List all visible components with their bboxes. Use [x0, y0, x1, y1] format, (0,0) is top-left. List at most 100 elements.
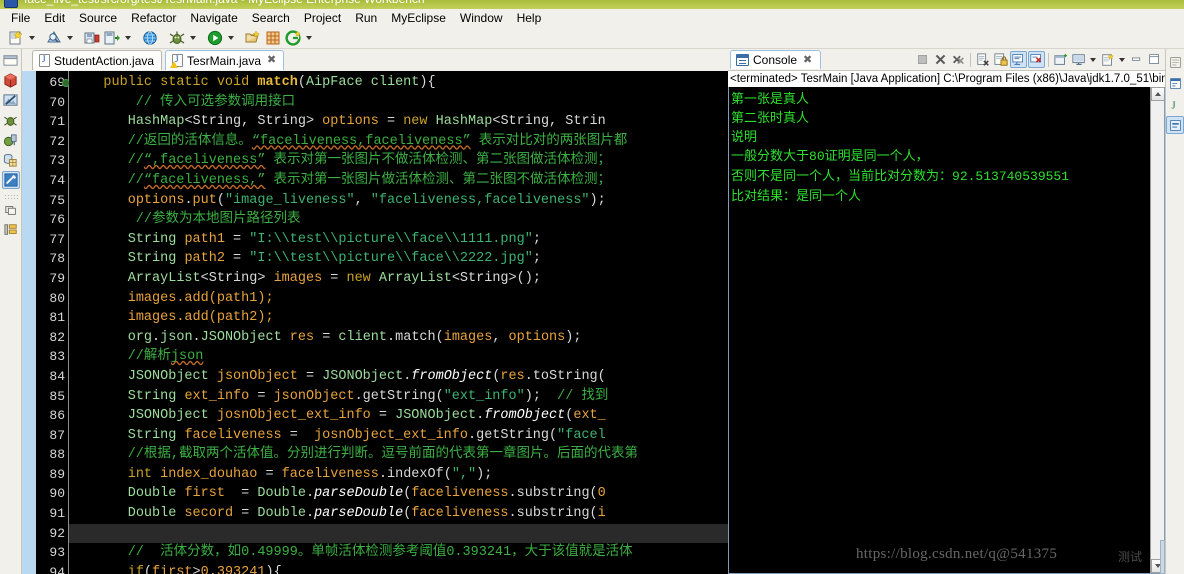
close-icon[interactable]: ✖ — [803, 54, 812, 66]
menu-navigate[interactable]: Navigate — [183, 10, 244, 26]
editor-tab-tesrmain[interactable]: TesrMain.java ✖ — [165, 50, 285, 70]
new-table-icon[interactable] — [263, 28, 283, 48]
code-line[interactable]: //根据,截取两个活体值。分别进行判断。逗号前面的代表第一章图片。后面的代表第 — [69, 445, 728, 465]
editor-tab-studentaction[interactable]: StudentAction.java — [32, 50, 163, 70]
rail-grip[interactable] — [3, 194, 18, 199]
code-line[interactable]: String path1 = "I:\\test\\picture\\face\… — [69, 230, 728, 250]
code-line[interactable]: //参数为本地图片路径列表 — [69, 210, 728, 230]
code-line[interactable]: public static void match(AipFace client)… — [69, 73, 728, 93]
menu-run[interactable]: Run — [348, 10, 384, 26]
menu-edit[interactable]: Edit — [37, 10, 72, 26]
code-line[interactable]: HashMap<String, String> options = new Ha… — [69, 112, 728, 132]
pin-console-button[interactable] — [1052, 51, 1069, 68]
code-line[interactable]: String faceliveness = josnObject_ext_inf… — [69, 426, 728, 446]
console-icon[interactable] — [1166, 74, 1184, 92]
outline-icon[interactable] — [2, 201, 20, 219]
db-browser-icon[interactable] — [2, 71, 20, 89]
code-line[interactable]: org.json.JSONObject res = client.match(i… — [69, 328, 728, 348]
code-line[interactable]: int index_douhao = faceliveness.indexOf(… — [69, 465, 728, 485]
scroll-up-icon[interactable] — [1151, 87, 1164, 101]
database-icon[interactable] — [2, 151, 20, 169]
menu-myeclipse[interactable]: MyEclipse — [384, 10, 453, 26]
debug-icon[interactable] — [167, 28, 187, 48]
code-line[interactable]: JSONObject josnObject_ext_info = JSONObj… — [69, 406, 728, 426]
properties-icon[interactable] — [1166, 53, 1184, 71]
export-icon[interactable] — [102, 28, 122, 48]
chevron-down-icon[interactable] — [1117, 51, 1127, 68]
code-line[interactable]: options.put("image_liveness", "faceliven… — [69, 191, 728, 211]
code-token: images — [443, 329, 493, 345]
image-editor-icon[interactable] — [2, 91, 20, 109]
code-line[interactable]: //“faceliveness,” 表示对第一张图片做活体检测、第二张图不做活体… — [69, 171, 728, 191]
show-console-when-stderr-button[interactable] — [1028, 51, 1045, 68]
close-icon[interactable]: ✖ — [267, 55, 276, 66]
save-all-icon[interactable] — [82, 28, 102, 48]
code-line[interactable]: String ext_info = jsonObject.getString("… — [69, 387, 728, 407]
code-token: client — [370, 75, 420, 90]
package-explorer-icon[interactable] — [2, 51, 20, 69]
code-text[interactable]: public static void match(AipFace client)… — [69, 71, 728, 574]
clear-console-button[interactable] — [974, 51, 991, 68]
code-line[interactable]: images.add(path1); — [69, 289, 728, 309]
console-scrollbar[interactable] — [1150, 87, 1164, 573]
code-line[interactable]: //返回的活体信息。“faceliveness,faceliveness” 表示… — [69, 132, 728, 152]
scroll-lock-button[interactable] — [992, 51, 1009, 68]
code-line[interactable]: //“,faceliveness” 表示对第一张图片不做活体检测、第二张图做活体… — [69, 151, 728, 171]
console-output-area[interactable]: 第一张是真人 第二张时真人 说明 一般分数大于80证明是同一个人， 否则不是同一个人，当… — [728, 87, 1165, 574]
server-icon[interactable] — [2, 131, 20, 149]
menu-help[interactable]: Help — [510, 10, 549, 26]
code-line[interactable]: JSONObject jsonObject = JSONObject.fromO… — [69, 367, 728, 387]
code-line[interactable]: String path2 = "I:\\test\\picture\\face\… — [69, 249, 728, 269]
open-type-icon[interactable] — [243, 28, 263, 48]
menu-source[interactable]: Source — [72, 10, 124, 26]
hierarchy-icon[interactable] — [2, 221, 20, 239]
java-perspective-icon[interactable] — [1, 171, 20, 189]
minimize-button[interactable] — [1128, 51, 1145, 68]
watermark-url: https://blog.csdn.net/q@541375 — [856, 546, 1058, 562]
dropdown-arrow-icon[interactable] — [26, 28, 37, 48]
dropdown-arrow-icon[interactable] — [187, 28, 198, 48]
code-token: String — [127, 231, 177, 247]
myeclipse-icon[interactable] — [283, 28, 303, 48]
maximize-button[interactable] — [1146, 51, 1163, 68]
dropdown-arrow-icon[interactable] — [303, 28, 314, 48]
code-line[interactable]: ArrayList<String> images = new ArrayList… — [69, 269, 728, 289]
menu-file[interactable]: File — [4, 10, 37, 26]
web-browser-icon[interactable] — [140, 28, 160, 48]
dropdown-arrow-icon[interactable] — [122, 28, 133, 48]
code-line[interactable]: //解析json — [69, 347, 728, 367]
chevron-down-icon[interactable] — [1088, 51, 1098, 68]
code-line[interactable] — [69, 523, 728, 544]
code-token: ; — [532, 231, 541, 247]
editor-marker-bar[interactable] — [22, 71, 36, 574]
menu-search[interactable]: Search — [245, 10, 297, 26]
console-tab[interactable]: Console ✖ — [730, 50, 822, 69]
code-line[interactable]: if(first>0.393241){ — [69, 563, 728, 574]
print-preview-icon[interactable] — [44, 28, 64, 48]
menu-project[interactable]: Project — [297, 10, 348, 26]
code-line[interactable]: Double first = Double.parseDouble(faceli… — [69, 484, 728, 504]
menu-window[interactable]: Window — [453, 10, 510, 26]
console-output-text-run: 证明是同一个人， — [824, 148, 929, 163]
code-line[interactable]: // 传入可选参数调用接口 — [69, 93, 728, 113]
dropdown-arrow-icon[interactable] — [64, 28, 75, 48]
code-editor[interactable]: 69 70 71 72 73 74 75 76 77 78 79 80 81 82 83 84 85 86 87 88… — [22, 71, 728, 574]
code-line[interactable]: Double secord = Double.parseDouble(facel… — [69, 504, 728, 524]
right-scroll-thumb[interactable] — [1160, 540, 1165, 574]
remove-launch-button[interactable] — [932, 51, 949, 68]
code-line[interactable]: images.add(path2); — [69, 308, 728, 328]
problems-icon[interactable] — [1166, 116, 1184, 134]
code-line[interactable]: // 活体分数，如0.49999。单帧活体检测参考阈值0.393241，大于该值… — [69, 543, 728, 563]
remove-all-terminated-button[interactable] — [950, 51, 967, 68]
run-icon[interactable] — [205, 28, 225, 48]
menu-refactor[interactable]: Refactor — [124, 10, 183, 26]
debug-perspective-icon[interactable] — [2, 111, 20, 129]
dropdown-arrow-icon[interactable] — [225, 28, 236, 48]
open-console-button[interactable] — [1099, 51, 1116, 68]
terminate-button[interactable] — [914, 51, 931, 68]
show-console-when-output-button[interactable] — [1010, 51, 1027, 68]
javadoc-icon[interactable]: J — [1166, 95, 1184, 113]
display-selected-console-button[interactable] — [1070, 51, 1087, 68]
new-wizard-icon[interactable] — [6, 28, 26, 48]
